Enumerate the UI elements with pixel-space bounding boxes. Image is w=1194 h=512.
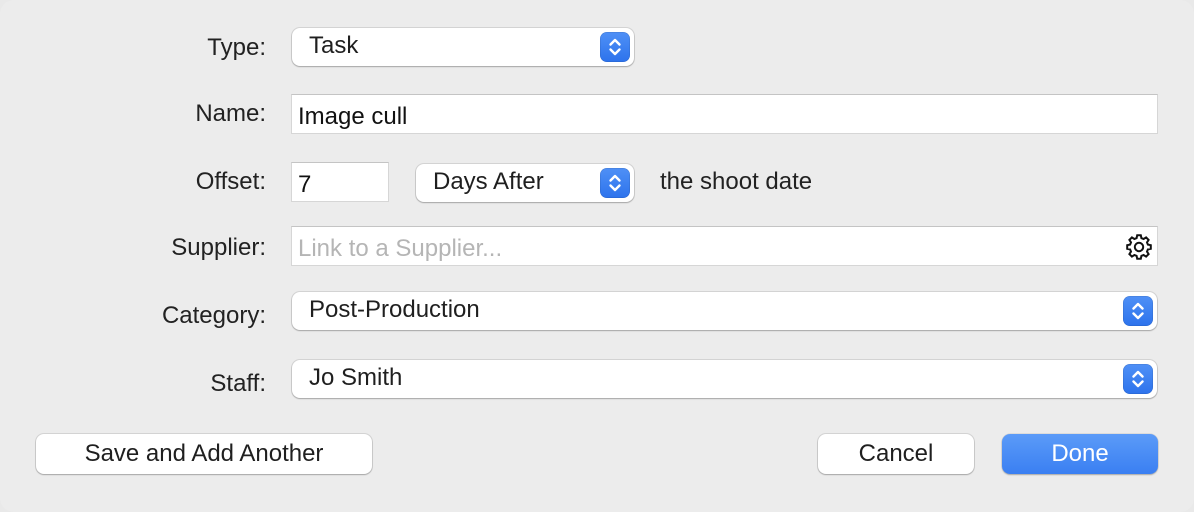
staff-label: Staff: (210, 370, 266, 397)
offset-direction-popup[interactable]: Days After (416, 164, 634, 202)
chevron-up-down-icon (1123, 296, 1153, 326)
category-label: Category: (161, 302, 266, 329)
name-label: Name: (195, 100, 266, 127)
offset-direction-value: Days After (433, 168, 544, 195)
name-field[interactable]: Image cull (291, 94, 1158, 134)
supplier-field-placeholder: Link to a Supplier... (298, 235, 503, 262)
cancel-button[interactable]: Cancel (818, 434, 974, 474)
task-dialog: Type: Task Name: Image cull Offset: 7 Da… (0, 0, 1194, 512)
staff-popup-value: Jo Smith (309, 364, 403, 391)
offset-suffix-text: the shoot date (660, 168, 813, 195)
staff-popup[interactable]: Jo Smith (292, 360, 1157, 398)
done-button[interactable]: Done (1002, 434, 1158, 474)
type-popup-value: Task (309, 32, 359, 59)
category-popup[interactable]: Post-Production (292, 292, 1157, 330)
offset-field-value: 7 (298, 171, 312, 198)
gear-icon[interactable] (1125, 233, 1153, 261)
offset-field[interactable]: 7 (291, 162, 389, 202)
type-popup[interactable]: Task (292, 28, 634, 66)
supplier-label: Supplier: (171, 234, 266, 261)
supplier-field[interactable]: Link to a Supplier... (291, 226, 1158, 266)
chevron-up-down-icon (600, 32, 630, 62)
name-field-value: Image cull (298, 103, 408, 130)
save-and-add-another-button[interactable]: Save and Add Another (36, 434, 372, 474)
type-label: Type: (207, 34, 266, 61)
offset-label: Offset: (195, 168, 266, 195)
category-popup-value: Post-Production (309, 296, 480, 323)
chevron-up-down-icon (600, 168, 630, 198)
chevron-up-down-icon (1123, 364, 1153, 394)
